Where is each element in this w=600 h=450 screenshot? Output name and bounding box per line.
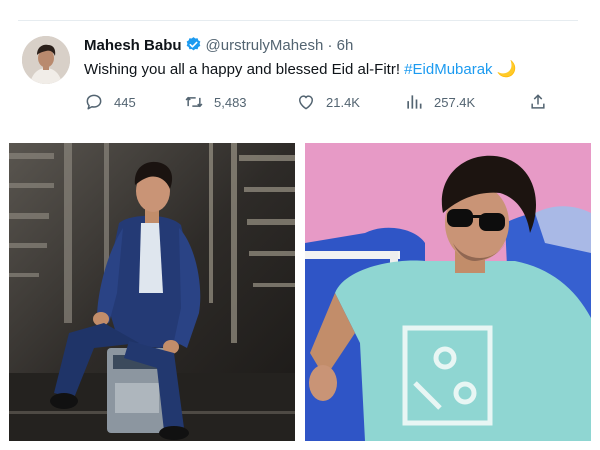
reply-icon xyxy=(86,94,102,110)
views-count: 257.4K xyxy=(434,94,476,110)
tweet-actions: 445 5,483 21.4K 257.4K xyxy=(84,92,564,112)
author-handle[interactable]: @urstrulyMahesh xyxy=(206,37,324,54)
separator-dot: · xyxy=(327,37,333,54)
tweet-header: Mahesh Babu @urstrulyMahesh · 6h xyxy=(84,36,353,55)
hashtag-link[interactable]: #EidMubarak xyxy=(404,61,492,78)
heart-icon xyxy=(299,95,313,110)
tweet[interactable]: Mahesh Babu @urstrulyMahesh · 6h Wishing … xyxy=(18,30,578,130)
suit-portrait-image xyxy=(9,143,295,441)
like-button[interactable]: 21.4K xyxy=(296,92,360,112)
media-photo-2[interactable] xyxy=(305,143,591,441)
tweet-time[interactable]: 6h xyxy=(337,37,354,54)
retweet-icon xyxy=(185,96,203,108)
share-button[interactable] xyxy=(528,92,548,112)
reply-button[interactable]: 445 xyxy=(84,92,136,112)
like-count: 21.4K xyxy=(326,94,360,110)
retweet-button[interactable]: 5,483 xyxy=(184,92,247,112)
top-divider xyxy=(18,20,578,21)
crescent-moon-emoji: 🌙 xyxy=(496,61,517,78)
retweet-count: 5,483 xyxy=(214,94,247,110)
media-photo-1[interactable] xyxy=(9,143,295,441)
tshirt-portrait-image xyxy=(305,143,591,441)
views-button[interactable]: 257.4K xyxy=(404,92,475,112)
share-icon xyxy=(531,94,545,109)
tweet-text-main: Wishing you all a happy and blessed Eid … xyxy=(84,61,405,78)
author-name[interactable]: Mahesh Babu xyxy=(84,37,182,54)
reply-count: 445 xyxy=(114,94,136,110)
views-icon xyxy=(407,95,422,109)
verified-badge-icon xyxy=(185,36,202,53)
avatar[interactable] xyxy=(22,36,70,84)
tweet-text: Wishing you all a happy and blessed Eid … xyxy=(84,60,516,80)
